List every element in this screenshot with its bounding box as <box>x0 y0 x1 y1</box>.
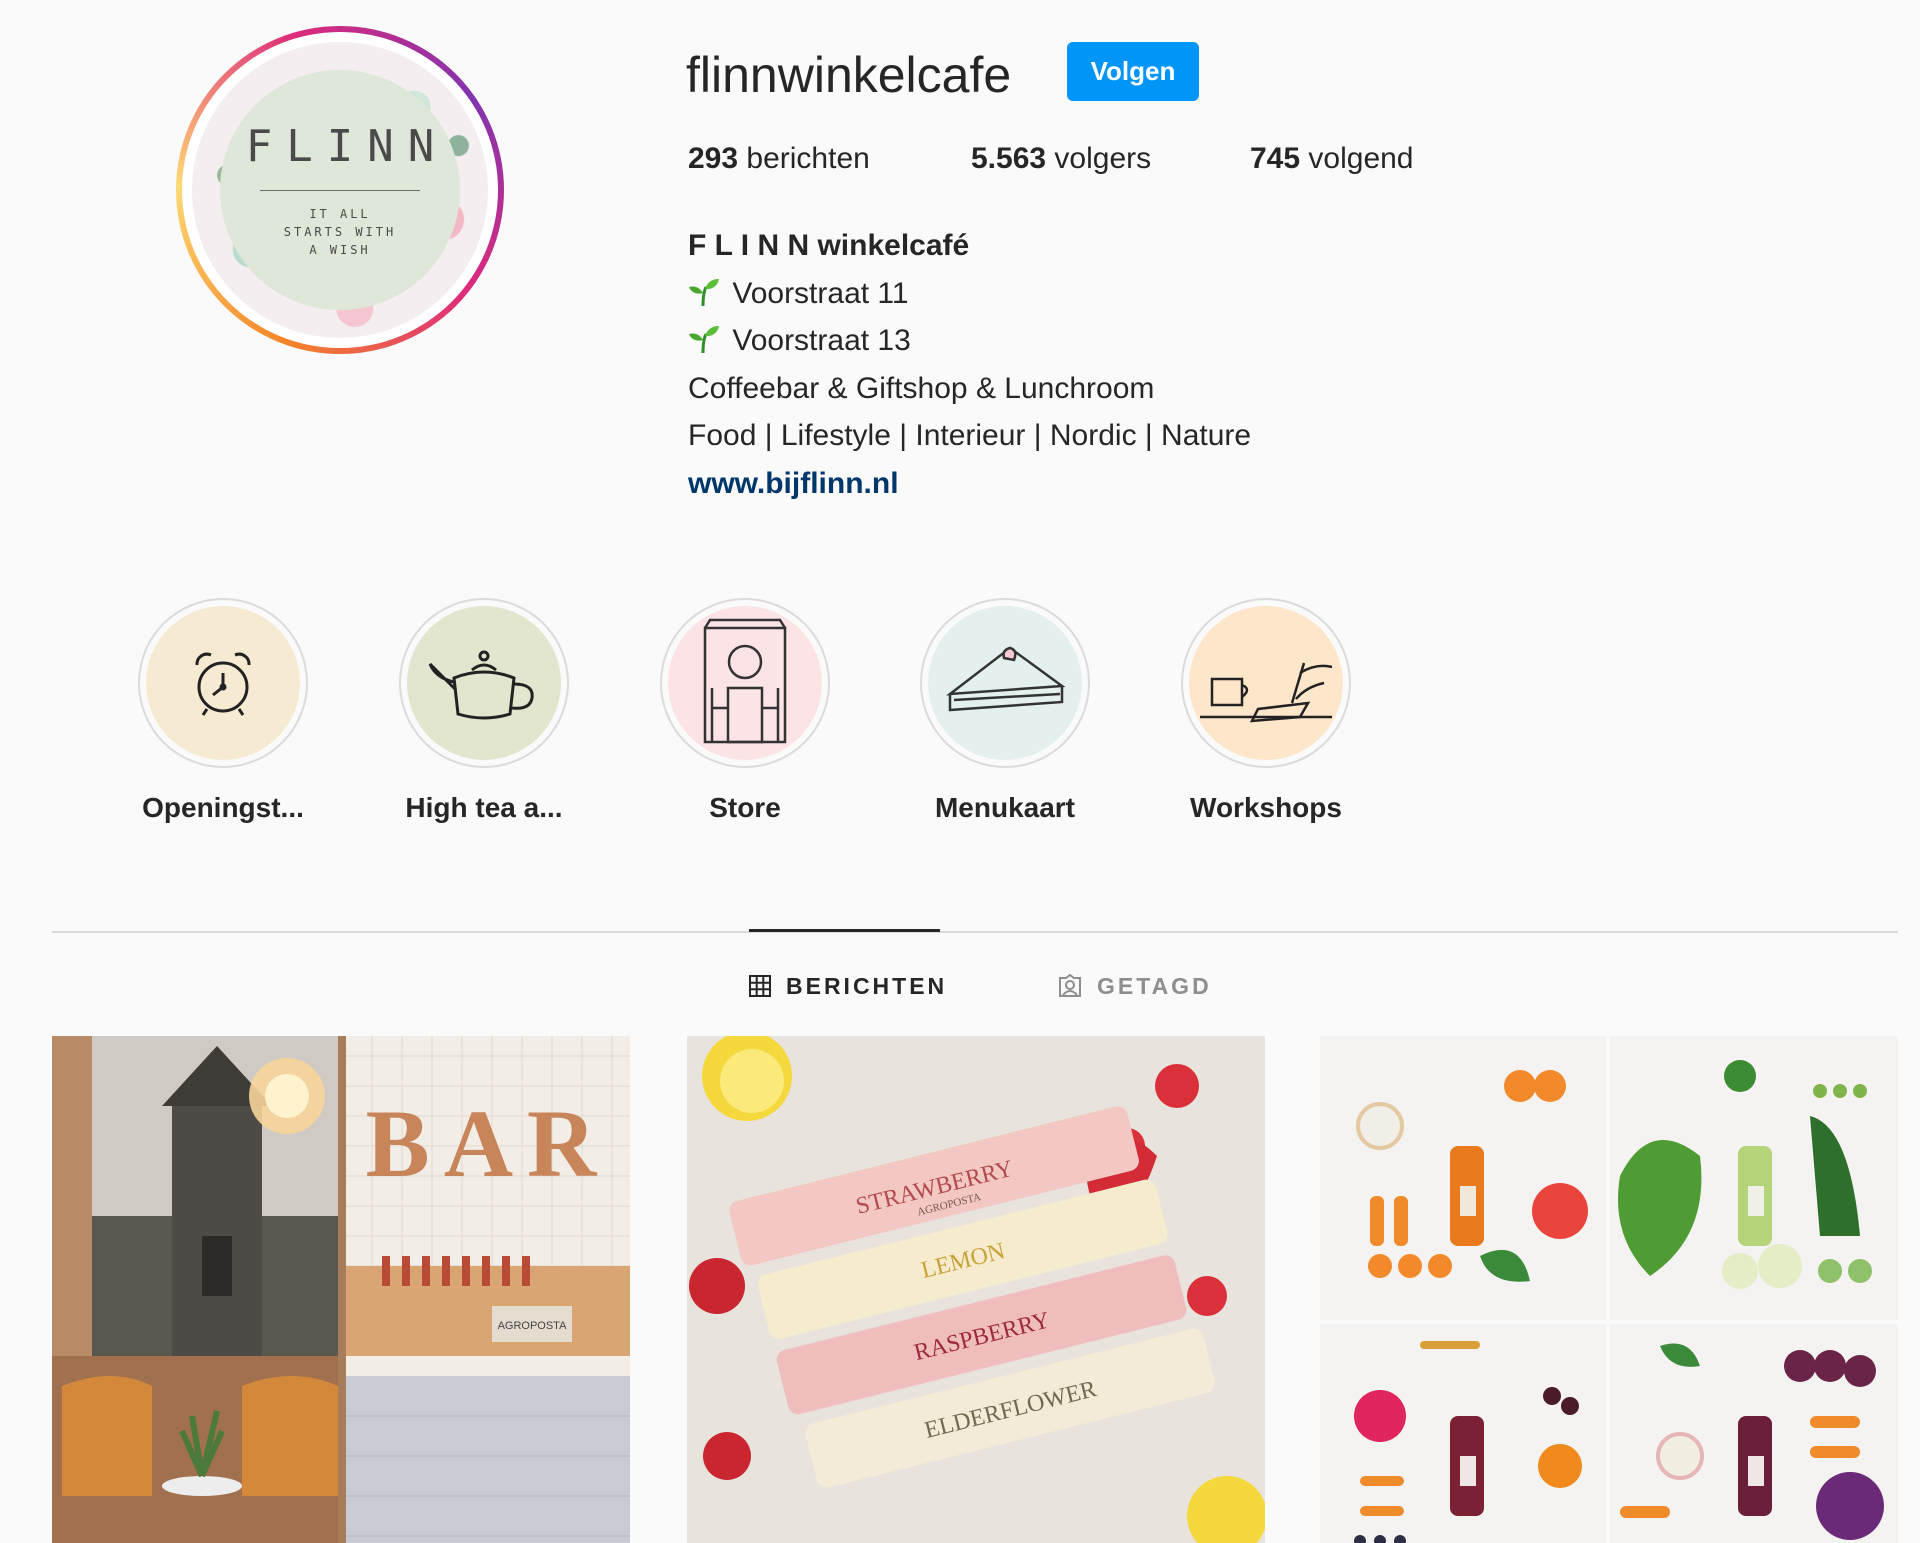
sprout-icon <box>688 277 728 310</box>
alarm-clock-icon <box>195 652 251 716</box>
tab-posts-label: BERICHTEN <box>786 972 948 999</box>
highlight-ring <box>399 598 569 768</box>
cafe-bar-photo: BAR AGROPOSTA <box>52 1036 630 1543</box>
bio-address-2-text: Voorstraat 13 <box>732 324 911 357</box>
highlight-ring <box>920 598 1090 768</box>
highlight-cover <box>407 606 561 760</box>
tab-tagged[interactable]: GETAGD <box>1057 970 1212 1002</box>
highlight-cover <box>1189 606 1343 760</box>
ice-pops-photo: STRAWBERRY LEMON RASPBERRY ELDERFLOWER A… <box>687 1036 1265 1543</box>
following-count: 745 <box>1250 142 1301 175</box>
avatar-divider <box>260 190 420 191</box>
profile-avatar: FLINN IT ALL STARTS WITH A WISH <box>192 42 488 338</box>
active-tab-indicator <box>749 929 940 932</box>
avatar-brand-text: FLINN <box>245 121 449 172</box>
teapot-icon <box>428 650 534 720</box>
bio-address-2: Voorstraat 13 <box>688 317 1251 365</box>
highlight-ring <box>138 598 308 768</box>
highlight-workshops[interactable]: Workshops <box>1181 598 1351 824</box>
followers-count: 5.563 <box>971 142 1047 175</box>
storefront-icon <box>703 618 787 744</box>
profile-bio: F L I N N winkelcafé Voorstraat 11 Voors… <box>688 222 1251 507</box>
bio-website-link[interactable]: www.bijflinn.nl <box>688 467 899 500</box>
highlight-ring <box>1181 598 1351 768</box>
highlight-label: High tea a... <box>405 792 563 823</box>
highlight-label: Store <box>709 792 781 823</box>
bio-line-2: Food | Lifestyle | Interieur | Nordic | … <box>688 419 1252 452</box>
highlight-label: Menukaart <box>934 792 1076 823</box>
highlight-menukaart[interactable]: Menukaart <box>920 598 1090 824</box>
profile-username: flinnwinkelcafe <box>686 47 1012 103</box>
highlight-store[interactable]: Store <box>660 598 830 824</box>
tab-tagged-label: GETAGD <box>1097 972 1212 999</box>
cake-slice-icon <box>945 646 1066 712</box>
profile-avatar-ring[interactable]: FLINN IT ALL STARTS WITH A WISH <box>176 26 504 354</box>
highlight-openingstijden[interactable]: Openingst... <box>138 598 308 824</box>
followers-label: volgers <box>1054 142 1152 175</box>
bar-shelf-label: AGROPOSTA <box>498 1320 568 1332</box>
highlight-high-tea[interactable]: High tea a... <box>399 598 569 824</box>
highlight-cover <box>668 606 822 760</box>
post-thumbnail-cafe-bar[interactable]: BAR AGROPOSTA <box>52 1036 630 1543</box>
bio-address-1: Voorstraat 11 <box>688 270 1251 318</box>
highlight-cover <box>928 606 1082 760</box>
juice-flatlay-photo <box>1320 1036 1898 1543</box>
posts-label: berichten <box>746 142 870 175</box>
follow-button[interactable]: Volgen <box>1067 42 1199 101</box>
tagged-user-icon <box>1059 974 1081 997</box>
grid-icon <box>749 975 771 997</box>
highlight-ring <box>660 598 830 768</box>
tab-posts[interactable]: BERICHTEN <box>748 970 947 1002</box>
profile-avatar-frame: FLINN IT ALL STARTS WITH A WISH <box>182 32 498 348</box>
bio-name: F L I N N winkelcafé <box>688 229 970 262</box>
posts-count: 293 <box>688 142 739 175</box>
bio-address-1-text: Voorstraat 11 <box>732 276 909 310</box>
bar-sign-text: BAR <box>366 1090 611 1197</box>
avatar-logo: FLINN IT ALL STARTS WITH A WISH <box>220 70 460 310</box>
following-label: volgend <box>1308 142 1414 175</box>
stat-following[interactable]: 745 volgend <box>1250 142 1414 176</box>
post-thumbnail-juices[interactable] <box>1320 1036 1898 1543</box>
avatar-tagline: IT ALL STARTS WITH A WISH <box>283 207 397 257</box>
highlight-label: Openingst... <box>142 792 304 823</box>
tabs-divider <box>52 931 1898 933</box>
highlight-label: Workshops <box>1190 792 1342 823</box>
writing-desk-icon <box>1200 662 1333 723</box>
bio-line-1: Coffeebar & Giftshop & Lunchroom <box>688 371 1155 405</box>
post-thumbnail-ice-pops[interactable]: STRAWBERRY LEMON RASPBERRY ELDERFLOWER A… <box>687 1036 1265 1543</box>
highlight-cover <box>146 606 300 760</box>
stat-followers[interactable]: 5.563 volgers <box>971 142 1151 176</box>
sprout-icon <box>688 324 728 357</box>
stat-posts: 293 berichten <box>688 142 870 176</box>
